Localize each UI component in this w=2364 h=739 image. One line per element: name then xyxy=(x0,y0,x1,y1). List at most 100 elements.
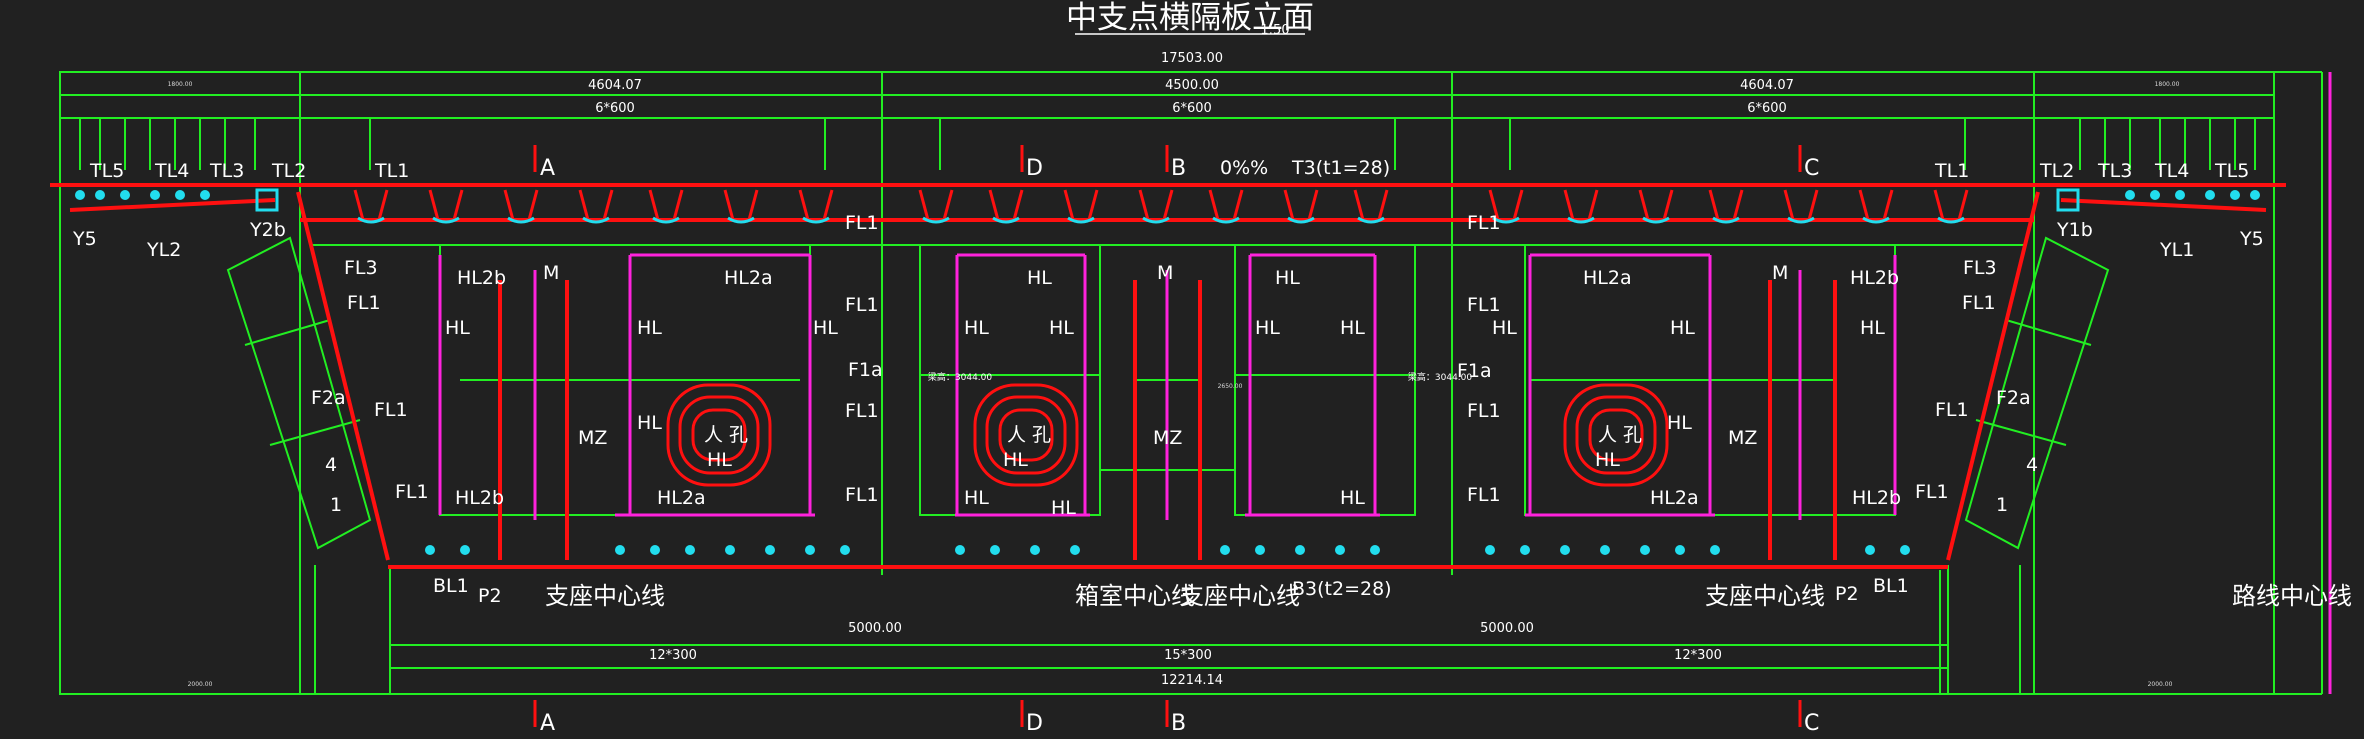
label-tl2-right: TL2 xyxy=(2039,160,2074,182)
label-hl-left-2: HL xyxy=(637,317,662,339)
label-mz-right: MZ xyxy=(1728,427,1757,449)
label-p2-right: P2 xyxy=(1835,583,1859,605)
label-manhole-mid: 人 孔 xyxy=(1007,424,1051,446)
dim-total: 17503.00 xyxy=(1161,51,1223,66)
label-fl1-left-2: FL1 xyxy=(374,399,408,421)
section-c-bottom: C xyxy=(1804,711,1819,736)
dim-small-bl: 2000.00 xyxy=(188,681,213,688)
label-hl2b-left-top: HL2b xyxy=(457,267,506,289)
label-hl-left-3: HL xyxy=(637,412,662,434)
dim-small-tr: 1800.00 xyxy=(2155,81,2180,88)
label-manhole-left: 人 孔 xyxy=(704,424,748,446)
cantilever-anchors xyxy=(75,190,2260,200)
label-hl-mid-2: HL xyxy=(964,317,989,339)
label-hl2b-left-bottom: HL2b xyxy=(455,487,504,509)
dim-bottom-left-span: 5000.00 xyxy=(848,621,902,636)
dim-small-br: 2000.00 xyxy=(2148,681,2173,688)
tendon-anchors xyxy=(353,189,1969,222)
dim-bottom-left-div: 12*300 xyxy=(649,648,697,663)
dim-bottom-right-div: 12*300 xyxy=(1674,648,1722,663)
label-b3: B3(t2=28) xyxy=(1292,578,1392,600)
label-y1b: Y1b xyxy=(2056,219,2093,241)
label-tl5-left: TL5 xyxy=(89,160,124,182)
label-fl1-left-3: FL1 xyxy=(395,481,429,503)
label-m-mid: M xyxy=(1157,262,1173,284)
label-slope: 0%% xyxy=(1220,157,1268,179)
bottom-duct-markers xyxy=(425,545,1910,555)
label-hl-left-5: HL xyxy=(813,317,838,339)
dim-bottom-mid-div: 15*300 xyxy=(1164,648,1212,663)
label-hl2a-right-top: HL2a xyxy=(1583,267,1632,289)
label-f2a-right: F2a xyxy=(1996,387,2031,409)
dim-bottom-total: 12214.14 xyxy=(1161,673,1223,688)
label-hl-left-4: HL xyxy=(707,449,732,471)
label-tl3-left: TL3 xyxy=(209,160,244,182)
label-f1a-right: F1a xyxy=(1457,360,1492,382)
label-num1-right: 1 xyxy=(1996,494,2008,516)
label-hl-right-3: HL xyxy=(1667,412,1692,434)
section-d-top: D xyxy=(1026,156,1043,181)
label-m-left: M xyxy=(543,262,559,284)
label-yl1: YL1 xyxy=(2159,239,2194,261)
label-fl1-mid-2: FL1 xyxy=(845,294,879,316)
label-fl1-mid-1: FL1 xyxy=(845,212,879,234)
label-hl2a-right-bottom: HL2a xyxy=(1650,487,1699,509)
section-a-top: A xyxy=(540,156,555,181)
label-hl2a-left-bottom: HL2a xyxy=(657,487,706,509)
label-hl-mid-8: HL xyxy=(1255,317,1280,339)
dim-mid-div: 6*600 xyxy=(1172,101,1212,116)
label-fl1-right-2: FL1 xyxy=(1467,294,1501,316)
label-tl3-right: TL3 xyxy=(2097,160,2132,182)
label-fl3-left: FL3 xyxy=(344,257,378,279)
label-hl-right-2: HL xyxy=(1670,317,1695,339)
label-hl2a-left-top: HL2a xyxy=(724,267,773,289)
label-hl-mid-5: HL xyxy=(964,487,989,509)
label-num4-right: 4 xyxy=(2026,454,2038,476)
label-tl5-right: TL5 xyxy=(2214,160,2249,182)
box-centerline: 箱室中心线 xyxy=(1075,582,1195,610)
label-tl4-left: TL4 xyxy=(154,160,189,182)
dim-left-div: 6*600 xyxy=(595,101,635,116)
label-fl1-mid-4: FL1 xyxy=(845,484,879,506)
section-d-bottom: D xyxy=(1026,711,1043,736)
label-hl-mid-10: HL xyxy=(1340,487,1365,509)
bearing-centerline-left: 支座中心线 xyxy=(545,582,665,610)
label-f1a-left: F1a xyxy=(848,359,883,381)
label-fl1-mid-3: FL1 xyxy=(845,400,879,422)
label-t3: T3(t1=28) xyxy=(1291,157,1390,179)
dim-mid-small: 2650.00 xyxy=(1218,383,1243,390)
label-fl3-right: FL3 xyxy=(1963,257,1997,279)
label-fl1-right-3: FL1 xyxy=(1467,400,1501,422)
dim-mid-span: 4500.00 xyxy=(1165,78,1219,93)
label-fl1-right-1: FL1 xyxy=(1467,212,1501,234)
road-centerline: 路线中心线 xyxy=(2232,582,2352,610)
label-p2-left: P2 xyxy=(478,585,502,607)
bearing-centerline-mid: 支座中心线 xyxy=(1180,582,1300,610)
label-hl-mid-1: HL xyxy=(1027,267,1052,289)
label-y5-right: Y5 xyxy=(2239,228,2264,250)
label-hl-right-5: HL xyxy=(1860,317,1885,339)
label-tl1-left: TL1 xyxy=(374,160,409,182)
label-mz-mid: MZ xyxy=(1153,427,1182,449)
title-scale: 1:50 xyxy=(1260,23,1289,38)
label-fl1-right-4: FL1 xyxy=(1467,484,1501,506)
section-b-bottom: B xyxy=(1171,711,1186,736)
label-hl-right-1: HL xyxy=(1492,317,1517,339)
dim-bottom-right-span: 5000.00 xyxy=(1480,621,1534,636)
label-tl2-left: TL2 xyxy=(271,160,306,182)
dim-right-div: 6*600 xyxy=(1747,101,1787,116)
label-hl-right-4: HL xyxy=(1595,449,1620,471)
label-hl-mid-9: HL xyxy=(1340,317,1365,339)
label-bl1-right: BL1 xyxy=(1873,575,1909,597)
label-m-right: M xyxy=(1772,262,1788,284)
label-mz-left: MZ xyxy=(578,427,607,449)
section-a-bottom: A xyxy=(540,711,555,736)
label-hl-mid-3: HL xyxy=(1049,317,1074,339)
label-hl-left-1: HL xyxy=(445,317,470,339)
label-fl1-right-5: FL1 xyxy=(1962,292,1996,314)
label-hl-mid-4: HL xyxy=(1003,449,1028,471)
label-y5-left: Y5 xyxy=(72,228,97,250)
label-yl2: YL2 xyxy=(146,239,181,261)
dim-right-span: 4604.07 xyxy=(1740,78,1794,93)
label-tl1-right: TL1 xyxy=(1934,160,1969,182)
